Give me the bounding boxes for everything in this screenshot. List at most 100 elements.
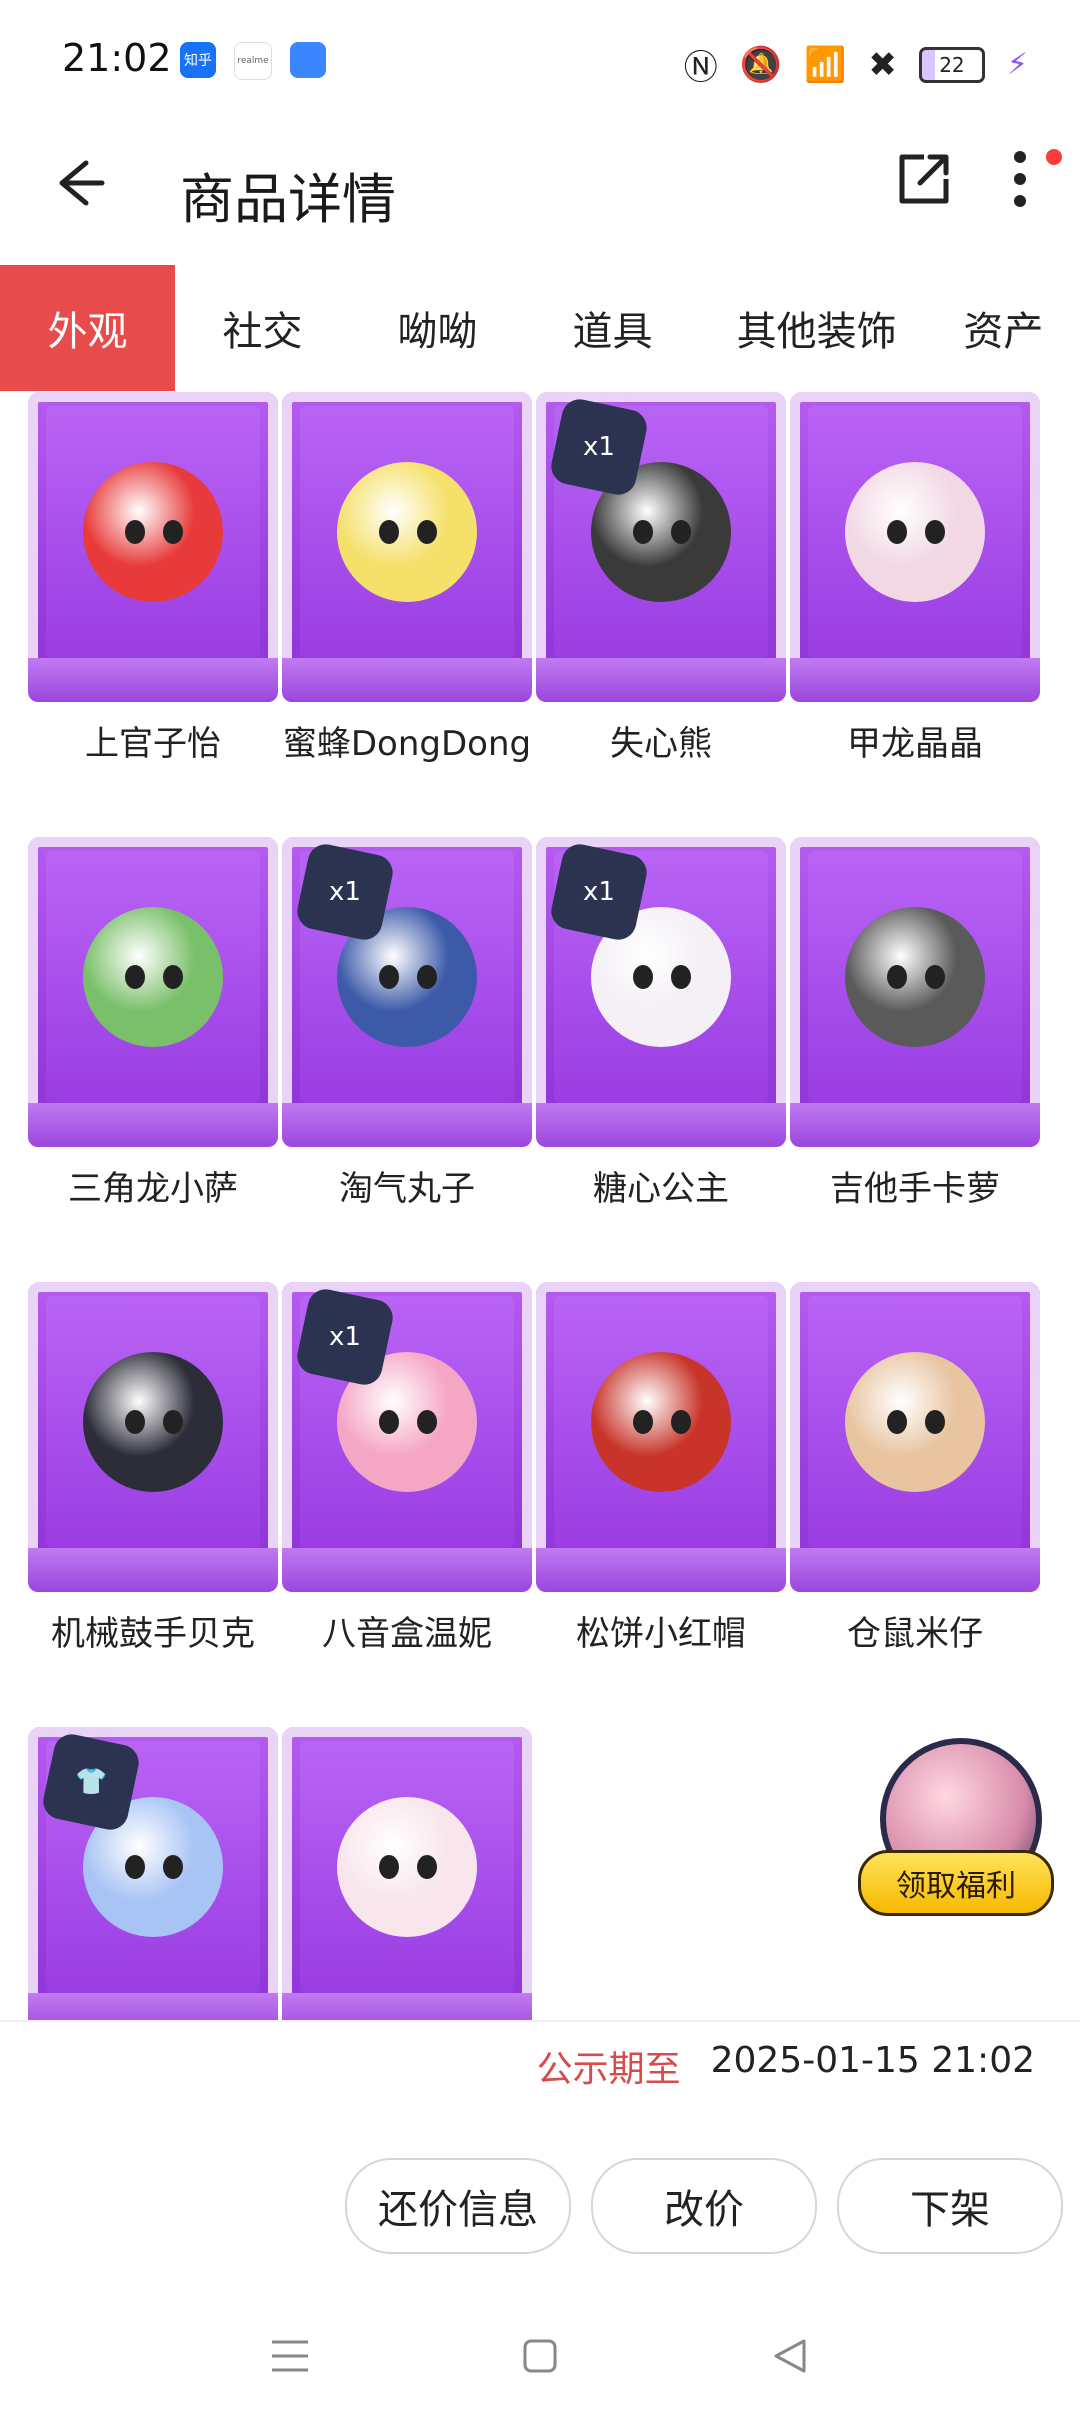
item-card[interactable]: x1 失心熊 (536, 392, 786, 765)
display-stand (790, 658, 1040, 702)
sim-off-icon: ✖ (868, 44, 897, 85)
quantity-badge: x1 (547, 840, 651, 944)
display-stand (282, 1993, 532, 2020)
figure-eye (125, 1855, 145, 1879)
figure-eye (163, 1410, 183, 1434)
character-figure (83, 907, 223, 1047)
figure-eye (125, 1410, 145, 1434)
tab-youyou[interactable]: 呦呦 (350, 265, 525, 391)
item-card[interactable]: 机械鼓手贝克 (28, 1282, 278, 1655)
quantity-badge: x1 (293, 1285, 397, 1389)
character-figure (591, 1352, 731, 1492)
app-header: 商品详情 (0, 125, 1080, 265)
wifi-icon: 📶 (804, 44, 847, 85)
character-figure (845, 907, 985, 1047)
figure-eye (887, 520, 907, 544)
deadline-value: 2025-01-15 21:02 (710, 2040, 1035, 2081)
quantity-badge: x1 (547, 395, 651, 499)
zhihu-icon: 知乎 (180, 42, 216, 78)
menu-icon[interactable] (265, 2331, 315, 2381)
figure-eye (887, 965, 907, 989)
realme-icon: realme (234, 42, 272, 80)
character-figure (83, 462, 223, 602)
item-display-box: x1 (282, 837, 532, 1147)
welfare-label: 领取福利 (858, 1850, 1054, 1916)
badge-text: 👕 (74, 1767, 108, 1797)
item-card[interactable]: 甲龙晶晶 (790, 392, 1040, 765)
reprice-button[interactable]: 改价 (591, 2158, 817, 2254)
figure-eye (671, 965, 691, 989)
home-icon[interactable] (515, 2331, 565, 2381)
character-figure (337, 462, 477, 602)
nfc-icon: Ⓝ (683, 48, 718, 88)
item-name: 失心熊 (610, 724, 712, 764)
item-card[interactable]: 蜜蜂DongDong (282, 392, 532, 765)
figure-eye (163, 520, 183, 544)
item-name: 蜜蜂DongDong (282, 724, 532, 764)
item-card[interactable]: x1 八音盒温妮 (282, 1282, 532, 1655)
charging-icon: ⚡ (1006, 47, 1028, 82)
item-display-box (28, 837, 278, 1147)
item-card[interactable]: 仓鼠米仔 (790, 1282, 1040, 1655)
badge-text: x1 (329, 1322, 361, 1352)
item-name: 糖心公主 (593, 1169, 729, 1209)
tab-appearance[interactable]: 外观 (0, 265, 175, 391)
more-options-icon[interactable] (1000, 147, 1040, 211)
action-buttons: 还价信息 改价 下架 (345, 2158, 1063, 2254)
item-card[interactable]: 👕 (28, 1727, 278, 2020)
figure-eye (925, 965, 945, 989)
system-nav-bar (0, 2300, 1080, 2412)
figure-eye (671, 520, 691, 544)
item-name: 上官子怡 (85, 724, 221, 764)
tab-other-decor[interactable]: 其他装饰 (700, 265, 933, 391)
item-name: 机械鼓手贝克 (51, 1614, 255, 1654)
item-display-box (790, 837, 1040, 1147)
display-stand (790, 1548, 1040, 1592)
figure-eye (379, 965, 399, 989)
item-display-box (536, 1282, 786, 1592)
figure-eye (633, 965, 653, 989)
figure-eye (633, 1410, 653, 1434)
item-card[interactable]: 三角龙小萨 (28, 837, 278, 1210)
item-card[interactable] (282, 1727, 532, 2020)
item-display-box (282, 392, 532, 702)
item-name: 甲龙晶晶 (847, 724, 983, 764)
item-name: 吉他手卡萝 (830, 1169, 1000, 1209)
figure-eye (671, 1410, 691, 1434)
claim-welfare-button[interactable]: 领取福利 (858, 1738, 1054, 1918)
display-stand (790, 1103, 1040, 1147)
display-stand (536, 1548, 786, 1592)
notification-icons: 知乎 realme (180, 42, 326, 80)
figure-eye (379, 1410, 399, 1434)
item-name: 松饼小红帽 (576, 1614, 746, 1654)
item-card[interactable]: 松饼小红帽 (536, 1282, 786, 1655)
figure-eye (417, 1855, 437, 1879)
item-card[interactable]: x1 淘气丸子 (282, 837, 532, 1210)
back-arrow-icon[interactable] (50, 155, 106, 222)
back-triangle-icon[interactable] (765, 2331, 815, 2381)
share-icon[interactable] (894, 151, 952, 209)
badge-text: x1 (583, 432, 615, 462)
counter-offer-button[interactable]: 还价信息 (345, 2158, 571, 2254)
display-stand (28, 658, 278, 702)
item-display-box: x1 (282, 1282, 532, 1592)
page-title: 商品详情 (180, 168, 396, 231)
item-card[interactable]: x1 糖心公主 (536, 837, 786, 1210)
figure-eye (417, 520, 437, 544)
item-card[interactable]: 吉他手卡萝 (790, 837, 1040, 1210)
status-right: Ⓝ 🔕 📶 ✖ 22 ⚡ (684, 40, 1028, 89)
figure-eye (887, 1410, 907, 1434)
item-name: 仓鼠米仔 (847, 1614, 983, 1654)
tab-social[interactable]: 社交 (175, 265, 350, 391)
item-display-box (790, 1282, 1040, 1592)
tab-assets[interactable]: 资产 (933, 265, 1080, 391)
figure-eye (379, 1855, 399, 1879)
item-card[interactable]: 上官子怡 (28, 392, 278, 765)
tab-props[interactable]: 道具 (525, 265, 700, 391)
figure-eye (633, 520, 653, 544)
delist-button[interactable]: 下架 (837, 2158, 1063, 2254)
figure-eye (925, 1410, 945, 1434)
item-display-box (28, 1282, 278, 1592)
figure-eye (125, 520, 145, 544)
character-figure (845, 462, 985, 602)
